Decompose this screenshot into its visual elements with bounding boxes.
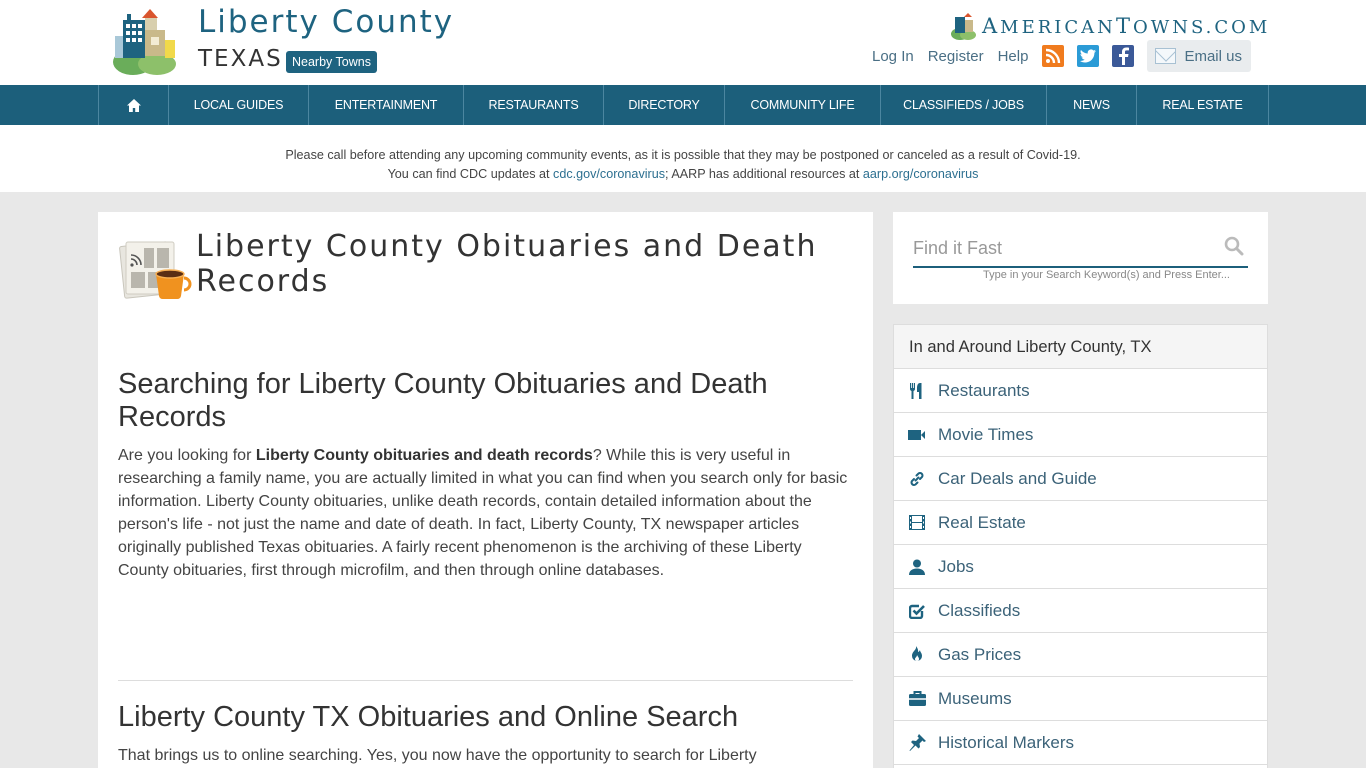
americantowns-wordmark: AMERICANTOWNS.COM bbox=[982, 14, 1270, 38]
register-link[interactable]: Register bbox=[928, 48, 984, 65]
brand-letter-t: T bbox=[1115, 14, 1133, 38]
nav-directory[interactable]: DIRECTORY bbox=[604, 85, 725, 125]
search-icon[interactable] bbox=[1224, 236, 1244, 256]
account-links: Log In Register Help Email us bbox=[872, 40, 1251, 72]
twitter-icon[interactable] bbox=[1077, 45, 1100, 67]
americantowns-brand[interactable]: AMERICANTOWNS.COM bbox=[950, 12, 1270, 40]
paragraph-text: Are you looking for bbox=[118, 447, 256, 464]
pushpin-icon bbox=[908, 734, 926, 752]
site-title[interactable]: Liberty County bbox=[198, 4, 454, 40]
sidebar-item-restaurants[interactable]: Restaurants bbox=[894, 369, 1267, 413]
link-icon bbox=[908, 470, 926, 488]
search-widget: Type in your Search Keyword(s) and Press… bbox=[893, 212, 1268, 304]
nav-home[interactable] bbox=[99, 85, 169, 125]
fire-icon bbox=[908, 646, 926, 664]
brand-letter-a: A bbox=[982, 14, 1001, 38]
site-header: Liberty County TEXAS Nearby Towns AMERIC… bbox=[0, 0, 1366, 85]
page-title: Liberty County Obituaries and Death Reco… bbox=[196, 229, 818, 299]
sidebar-item-label: Classifieds bbox=[938, 600, 1021, 620]
main-content: Liberty County Obituaries and Death Reco… bbox=[98, 212, 873, 768]
section-heading-online-search: Liberty County TX Obituaries and Online … bbox=[118, 701, 739, 733]
cutlery-icon bbox=[908, 382, 926, 400]
main-nav: LOCAL GUIDES ENTERTAINMENT RESTAURANTS D… bbox=[0, 85, 1366, 125]
paragraph-text: ? While this is very useful in researchi… bbox=[118, 447, 848, 579]
around-panel-title: In and Around Liberty County, TX bbox=[894, 325, 1267, 369]
americantowns-logo-icon bbox=[951, 13, 976, 40]
aarp-link[interactable]: aarp.org/coronavirus bbox=[863, 167, 979, 181]
sidebar-item-real-estate[interactable]: Real Estate bbox=[894, 501, 1267, 545]
sidebar-item-jobs[interactable]: Jobs bbox=[894, 545, 1267, 589]
email-us-button[interactable]: Email us bbox=[1147, 40, 1251, 72]
briefcase-icon bbox=[908, 690, 926, 708]
section-heading-searching: Searching for Liberty County Obituaries … bbox=[118, 368, 768, 433]
sidebar-item-historical-markers[interactable]: Historical Markers bbox=[894, 721, 1267, 765]
rss-icon[interactable] bbox=[1042, 45, 1065, 67]
sidebar-item-classifieds[interactable]: Classifieds bbox=[894, 589, 1267, 633]
newspaper-coffee-icon bbox=[119, 241, 192, 300]
nav-news[interactable]: NEWS bbox=[1047, 85, 1137, 125]
notice-text: You can find CDC updates at bbox=[387, 167, 554, 181]
sidebar-item-gas-prices[interactable]: Gas Prices bbox=[894, 633, 1267, 677]
paragraph-bold-text: Liberty County obituaries and death reco… bbox=[255, 447, 593, 464]
sidebar-item-label: Gas Prices bbox=[938, 644, 1022, 664]
user-icon bbox=[908, 558, 926, 576]
sidebar-item-label: Jobs bbox=[938, 556, 974, 576]
section-paragraph-online-search: That brings us to online searching. Yes,… bbox=[118, 747, 757, 764]
brand-text-owns: OWNS.COM bbox=[1132, 17, 1271, 38]
film-icon bbox=[908, 514, 926, 532]
sidebar-item-museums[interactable]: Museums bbox=[894, 677, 1267, 721]
sidebar-item-label: Restaurants bbox=[938, 380, 1030, 400]
section-divider bbox=[118, 680, 853, 681]
notice-line-1: Please call before attending any upcomin… bbox=[285, 148, 1081, 162]
cdc-link[interactable]: cdc.gov/coronavirus bbox=[553, 167, 665, 181]
help-link[interactable]: Help bbox=[998, 48, 1029, 65]
facebook-icon[interactable] bbox=[1112, 45, 1135, 67]
nav-local-guides[interactable]: LOCAL GUIDES bbox=[169, 85, 309, 125]
around-panel: In and Around Liberty County, TX Restaur… bbox=[893, 324, 1268, 768]
nav-community-life[interactable]: COMMUNITY LIFE bbox=[725, 85, 881, 125]
home-icon bbox=[126, 98, 141, 112]
nav-restaurants[interactable]: RESTAURANTS bbox=[464, 85, 604, 125]
site-state: TEXAS bbox=[198, 46, 283, 72]
sidebar-item-label: Movie Times bbox=[938, 424, 1034, 444]
email-us-label: Email us bbox=[1184, 47, 1242, 65]
covid-notice: Please call before attending any upcomin… bbox=[0, 125, 1366, 192]
notice-text: ; AARP has additional resources at bbox=[665, 167, 863, 181]
nav-classifieds-jobs[interactable]: CLASSIFIEDS / JOBS bbox=[881, 85, 1047, 125]
nav-entertainment[interactable]: ENTERTAINMENT bbox=[309, 85, 464, 125]
sidebar-item-label: Museums bbox=[938, 688, 1012, 708]
notice-line-2: You can find CDC updates at cdc.gov/coro… bbox=[0, 165, 1366, 184]
sidebar-item-label: Real Estate bbox=[938, 512, 1026, 532]
sidebar-item-label: Historical Markers bbox=[938, 732, 1075, 752]
check-square-icon bbox=[908, 602, 926, 620]
video-camera-icon bbox=[908, 426, 926, 444]
brand-text-merican: MERICAN bbox=[1000, 17, 1116, 38]
login-link[interactable]: Log In bbox=[872, 48, 914, 65]
section-paragraph-searching: Are you looking for Liberty County obitu… bbox=[118, 444, 853, 582]
sidebar-item-car-deals[interactable]: Car Deals and Guide bbox=[894, 457, 1267, 501]
sidebar-item-label: Car Deals and Guide bbox=[938, 468, 1097, 488]
site-logo[interactable] bbox=[113, 6, 179, 76]
nav-real-estate[interactable]: REAL ESTATE bbox=[1137, 85, 1269, 125]
envelope-icon bbox=[1155, 48, 1177, 64]
search-hint: Type in your Search Keyword(s) and Press… bbox=[982, 269, 1230, 281]
nearby-towns-button[interactable]: Nearby Towns bbox=[286, 51, 377, 73]
sidebar-item-movie-times[interactable]: Movie Times bbox=[894, 413, 1267, 457]
search-input[interactable] bbox=[913, 230, 1248, 268]
